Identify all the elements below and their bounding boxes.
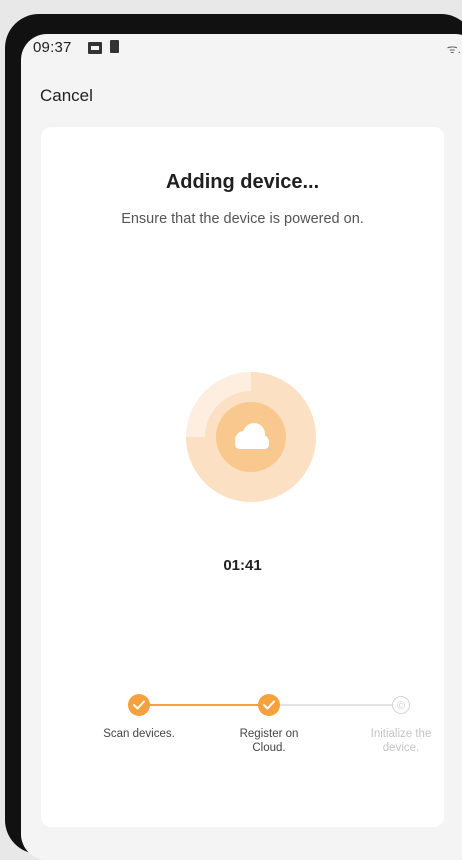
phone-frame: 09:37 ᯤ.ıl Cancel Adding device... Ensur… [5,14,462,860]
page-subtitle: Ensure that the device is powered on. [121,211,364,227]
step-label-initialize: Initialize the device. [370,728,432,754]
status-bar: 09:37 ᯤ.ıl [21,34,462,64]
step-scan-check-icon [128,694,150,716]
signal-wifi-icon: ᯤ.ıl [446,42,462,56]
step-register-check-icon [258,694,280,716]
progress-steps: © Scan devices. Register on Cloud. Initi… [41,687,444,767]
step-label-register: Register on Cloud. [239,728,299,754]
step-connector-pending [274,704,404,706]
storage-notification-icon [110,40,119,53]
step-connector-done [139,704,274,706]
progress-ring [186,372,316,502]
cancel-button[interactable]: Cancel [40,86,93,106]
step-label-scan: Scan devices. [103,728,175,740]
adding-device-card: Adding device... Ensure that the device … [41,127,444,827]
screen: 09:37 ᯤ.ıl Cancel Adding device... Ensur… [21,34,462,860]
countdown-timer: 01:41 [223,557,262,574]
status-time: 09:37 [33,39,72,56]
gallery-notification-icon [88,42,102,54]
page-title: Adding device... [165,171,320,193]
step-initialize-pending-icon: © [392,696,410,714]
progress-animation [186,372,316,502]
